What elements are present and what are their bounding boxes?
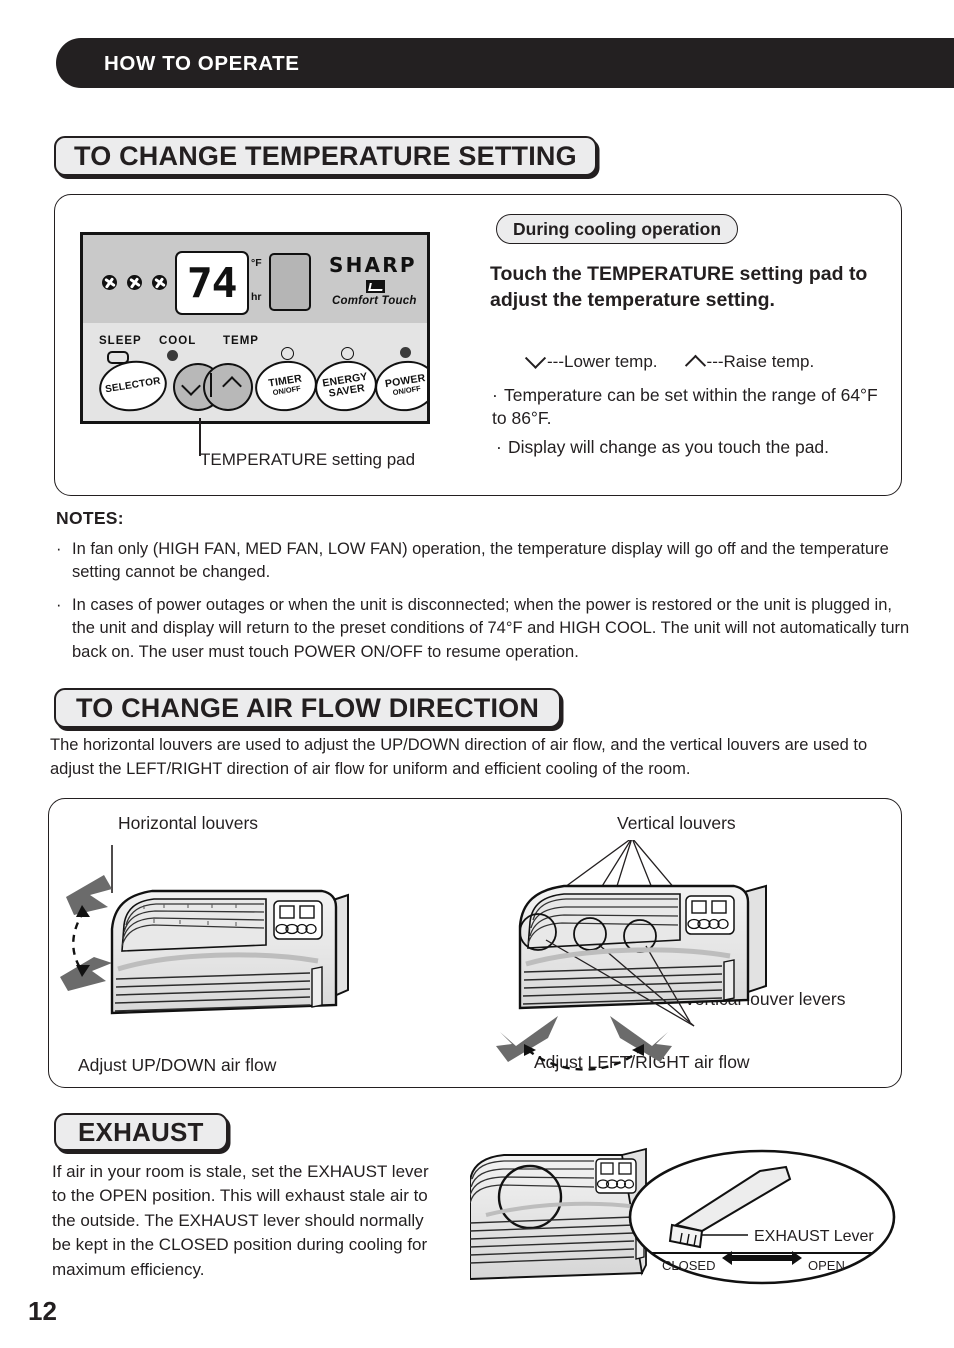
note-item: · In fan only (HIGH FAN, MED FAN, LOW FA… [56,538,906,585]
comfort-touch-label: Comfort Touch [332,295,417,307]
display-unit-fahrenheit: °F [251,257,262,269]
section-title-airflow-label: TO CHANGE AIR FLOW DIRECTION [76,692,540,723]
exhaust-lever-illustration: EXHAUST Lever CLOSED OPEN [470,1147,896,1285]
closed-svg-label: CLOSED [662,1258,715,1273]
label-cool: COOL [159,335,197,347]
notes-heading: NOTES: [56,508,124,528]
page-title: HOW TO OPERATE [104,52,300,75]
cooling-instruction: Touch the TEMPERATURE setting pad to adj… [490,263,868,311]
cool-indicator-led [167,350,178,361]
cooling-bullet: · Display will change as you touch the pa… [496,436,886,459]
air-conditioner-updown-illustration [60,845,349,1015]
selector-button-label: SELECTOR [104,375,162,396]
label-sleep: SLEEP [99,335,142,347]
sharp-logo: SHARP [329,253,417,277]
temperature-display-value: 74 [187,258,238,307]
during-cooling-badge-label: During cooling operation [513,218,722,239]
cooling-bullet-text: Display will change as you touch the pad… [508,437,830,457]
page-number: 12 [28,1296,57,1326]
energy-saver-indicator-led [341,347,354,360]
exhaust-lever-svg-label: EXHAUST Lever [754,1228,874,1245]
note-text: In cases of power outages or when the un… [72,596,910,661]
cooling-bullet: · Temperature can be set within the range… [492,384,882,430]
fan-speed-icon [102,275,117,290]
updown-airflow-caption: Adjust UP/DOWN air flow [78,1055,277,1075]
bullet-dot: · [56,596,62,614]
control-panel-illustration: 74 °F hr SHARP Comfort Touch SLEEP COOL … [80,232,430,424]
note-text: In fan only (HIGH FAN, MED FAN, LOW FAN)… [72,540,889,582]
exhaust-body-text: If air in your room is stale, set the EX… [52,1162,429,1279]
temperature-pad-caption: TEMPERATURE setting pad [200,450,416,469]
display-secondary-box [269,253,311,311]
during-cooling-badge: During cooling operation [496,214,739,244]
fan-speed-icon [127,275,142,290]
raise-temp-label: ---Raise temp. [706,352,815,371]
airflow-intro-text: The horizontal louvers are used to adjus… [50,736,868,778]
label-temp: TEMP [223,335,259,347]
temp-arrow-legend: ---Lower temp. ---Raise temp. [524,347,888,376]
vertical-louvers-label: Vertical louvers [617,813,736,833]
note-item: · In cases of power outages or when the … [56,594,911,664]
air-conditioner-leftright-illustration [496,840,767,1071]
section-title-temperature: TO CHANGE TEMPERATURE SETTING [54,136,597,176]
bullet-dot: · [56,540,62,558]
temperature-display: 74 [175,251,249,315]
pad-divider [210,373,212,397]
power-indicator-led [400,347,411,358]
comfort-touch-icon [366,280,385,293]
timer-button-sublabel: ON/OFF [272,384,302,398]
open-svg-label: OPEN [808,1258,845,1273]
bullet-dot: · [496,437,502,457]
section-title-exhaust-label: EXHAUST [78,1116,204,1147]
temperature-setting-pad[interactable] [173,363,253,411]
section-title-exhaust: EXHAUST [54,1113,228,1151]
display-unit-hour: hr [251,291,262,303]
power-button-sublabel: ON/OFF [392,384,422,398]
lower-temp-label: ---Lower temp. [547,352,658,371]
cooling-bullet-text: Temperature can be set within the range … [492,385,878,428]
timer-indicator-led [281,347,294,360]
horizontal-louvers-label: Horizontal louvers [118,813,259,833]
bullet-dot: · [492,385,498,405]
section-title-airflow: TO CHANGE AIR FLOW DIRECTION [54,688,562,728]
section-title-temperature-label: TO CHANGE TEMPERATURE SETTING [74,140,577,171]
fan-speed-icon [152,275,167,290]
